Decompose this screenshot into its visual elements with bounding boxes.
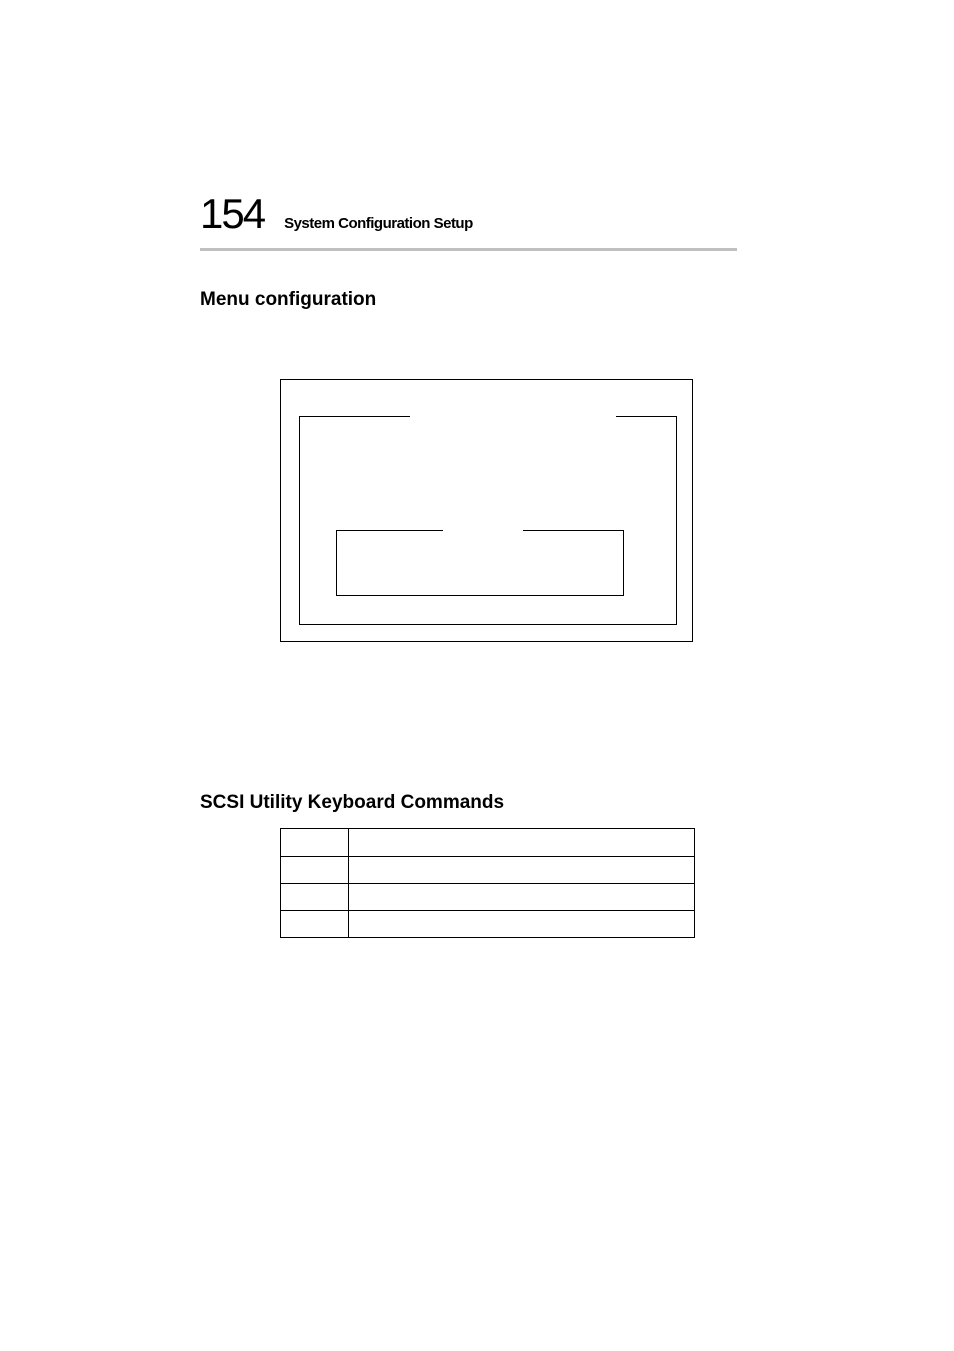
diagram-innermost-box — [336, 530, 624, 596]
table-cell-function — [349, 911, 695, 937]
keyboard-commands-table — [280, 828, 695, 938]
table-row — [281, 911, 695, 938]
table-cell-function — [349, 857, 695, 883]
table-row — [281, 857, 695, 884]
menu-diagram — [280, 379, 693, 642]
table-row — [281, 884, 695, 911]
scsi-commands-heading: SCSI Utility Keyboard Commands — [200, 792, 729, 814]
header-divider — [200, 248, 737, 251]
table-header-row — [281, 829, 695, 857]
table-cell-key — [281, 857, 349, 883]
table-header-function — [349, 829, 695, 856]
table-cell-key — [281, 884, 349, 910]
menu-configuration-heading: Menu configuration — [200, 289, 729, 311]
header-title: System Configuration Setup — [284, 215, 473, 232]
page-number: 154 — [200, 190, 264, 238]
table-header-key — [281, 829, 349, 856]
diagram-inner-box — [299, 416, 677, 625]
table-cell-key — [281, 911, 349, 937]
table-cell-function — [349, 884, 695, 910]
